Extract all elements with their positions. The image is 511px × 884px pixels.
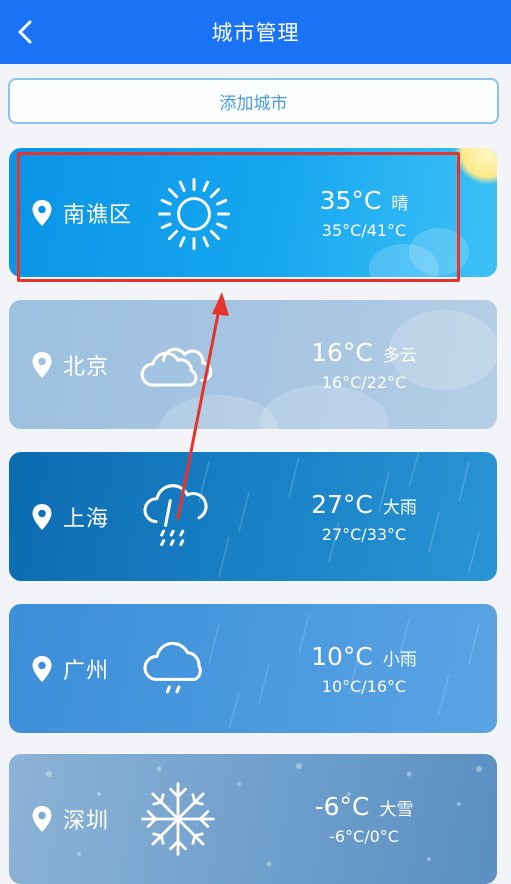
sun-icon xyxy=(158,178,231,251)
back-button[interactable] xyxy=(6,12,46,52)
city-card-guangzhou[interactable]: 广州 10°C 小雨 10°C/16°C xyxy=(9,604,497,733)
city-name: 上海 xyxy=(63,506,110,532)
heavy-rain-icon xyxy=(143,484,208,547)
temp-range: 16°C/22°C xyxy=(321,372,407,392)
temp-range: 35°C/41°C xyxy=(321,220,407,240)
weather-info: 27°C 大雨 27°C/33°C xyxy=(259,452,469,581)
temp-range: 27°C/33°C xyxy=(321,524,407,544)
weather-info: 10°C 小雨 10°C/16°C xyxy=(259,604,469,733)
location-pin-icon xyxy=(32,351,52,378)
current-temp: 35°C xyxy=(319,185,382,215)
light-rain-icon xyxy=(143,641,202,694)
city-name: 北京 xyxy=(63,354,110,380)
city-location: 广州 xyxy=(31,604,109,733)
location-pin-icon xyxy=(32,503,52,530)
weather-desc: 大雪 xyxy=(379,800,414,820)
city-name: 广州 xyxy=(63,658,110,684)
city-card-shenzhen[interactable]: 深圳 -6°C 大雪 -6°C/0°C xyxy=(9,754,497,884)
weather-info: -6°C 大雪 -6°C/0°C xyxy=(259,754,469,884)
current-temp: 27°C xyxy=(311,489,373,519)
city-card-beijing[interactable]: 北京 16°C 多云 16°C/22°C xyxy=(9,300,497,429)
city-location: 南谯区 xyxy=(31,148,132,277)
city-card-shanghai[interactable]: 上海 27°C 大雨 27°C/33°C xyxy=(9,452,497,581)
snowflake-icon xyxy=(141,782,215,856)
cloudy-icon xyxy=(140,347,213,387)
temp-range: -6°C/0°C xyxy=(329,827,399,846)
location-pin-icon xyxy=(32,806,52,832)
city-name: 深圳 xyxy=(63,809,110,834)
city-card-nanqiao[interactable]: 南谯区 35°C 晴 35°C/41°C xyxy=(9,148,497,277)
current-temp: 10°C xyxy=(311,641,373,671)
city-location: 上海 xyxy=(31,452,109,581)
weather-desc: 小雨 xyxy=(382,649,417,670)
weather-desc: 多云 xyxy=(382,345,417,366)
annotation-arrow xyxy=(176,292,229,520)
app-bar: 城市管理 xyxy=(0,0,511,64)
current-temp: 16°C xyxy=(311,337,373,367)
city-name: 南谯区 xyxy=(63,202,133,228)
location-pin-icon xyxy=(32,199,52,226)
location-pin-icon xyxy=(32,655,52,682)
current-temp: -6°C xyxy=(314,792,370,821)
chevron-left-icon xyxy=(18,20,32,44)
weather-info: 16°C 多云 16°C/22°C xyxy=(259,300,469,429)
weather-info: 35°C 晴 35°C/41°C xyxy=(259,148,469,277)
weather-desc: 晴 xyxy=(391,193,409,214)
page-title: 城市管理 xyxy=(211,21,300,45)
temp-range: 10°C/16°C xyxy=(321,676,407,696)
add-city-button[interactable]: 添加城市 xyxy=(8,78,499,124)
weather-desc: 大雨 xyxy=(382,497,417,518)
city-location: 深圳 xyxy=(31,754,109,884)
city-location: 北京 xyxy=(31,300,109,429)
